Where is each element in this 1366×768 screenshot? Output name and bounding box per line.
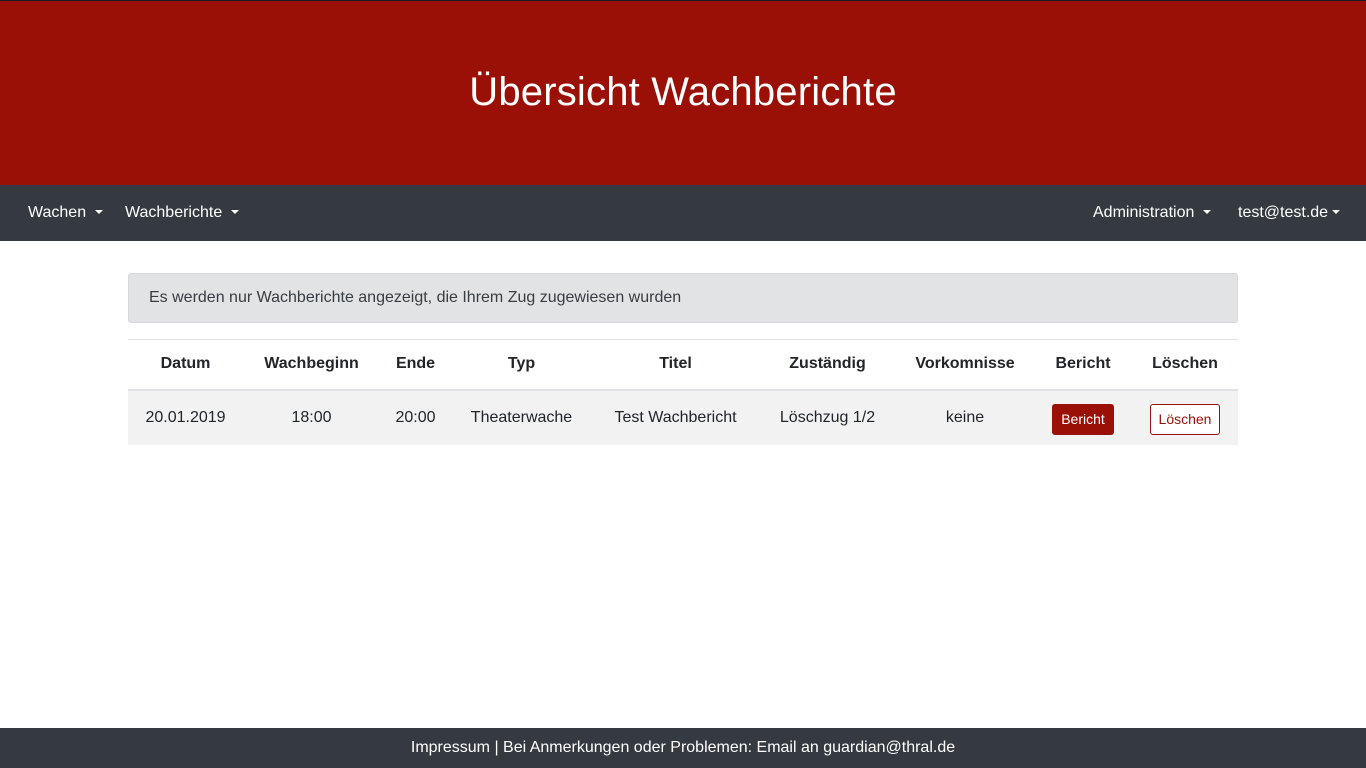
column-header-zustaendig: Zuständig xyxy=(789,355,866,373)
caret-down-icon xyxy=(1203,210,1212,214)
cell-loeschen: Löschen xyxy=(1132,390,1238,445)
reports-table: Datum Wachbeginn Ende Typ Titel Zuständi… xyxy=(128,339,1238,445)
column-header-vorkomnisse: Vorkomnisse xyxy=(915,355,1015,373)
report-button[interactable]: Bericht xyxy=(1052,404,1114,435)
page-title: Übersicht Wachberichte xyxy=(469,69,897,114)
cell-vorkomnisse: keine xyxy=(945,408,985,426)
main-content: Es werden nur Wachberichte angezeigt, di… xyxy=(128,273,1238,445)
navbar: Wachen Wachberichte Administration test@… xyxy=(0,185,1366,241)
column-header-titel: Titel xyxy=(659,355,692,373)
table-header-row: Datum Wachbeginn Ende Typ Titel Zuständi… xyxy=(128,339,1238,390)
delete-button[interactable]: Löschen xyxy=(1149,404,1221,435)
cell-typ: Theaterwache xyxy=(470,408,573,426)
nav-dropdown-administration[interactable]: Administration xyxy=(1093,185,1212,241)
cell-wachbeginn: 18:00 xyxy=(291,408,332,426)
column-header-bericht: Bericht xyxy=(1055,355,1111,373)
cell-ende: 20:00 xyxy=(395,408,436,426)
info-alert-text: Es werden nur Wachberichte angezeigt, di… xyxy=(149,289,682,306)
page-footer: Impressum | Bei Anmerkungen oder Problem… xyxy=(0,728,1366,768)
caret-down-icon xyxy=(95,210,104,214)
column-header-loeschen: Löschen xyxy=(1152,355,1218,373)
table-row: 20.01.2019 18:00 20:00 Theaterwache Test… xyxy=(128,389,1238,445)
page-header: Übersicht Wachberichte xyxy=(0,1,1366,185)
footer-text: Impressum | Bei Anmerkungen oder Problem… xyxy=(410,739,956,756)
column-header-wachbeginn: Wachbeginn xyxy=(264,355,359,373)
cell-datum: 20.01.2019 xyxy=(145,408,226,426)
caret-down-icon xyxy=(1332,210,1341,214)
nav-dropdown-wachen[interactable]: Wachen xyxy=(28,185,104,241)
column-header-ende: Ende xyxy=(395,355,436,373)
nav-label-wachen: Wachen xyxy=(28,204,87,221)
cell-bericht: Bericht xyxy=(1034,390,1132,445)
nav-label-wachberichte: Wachberichte xyxy=(125,204,223,221)
nav-dropdown-wachberichte[interactable]: Wachberichte xyxy=(125,185,240,241)
nav-label-administration: Administration xyxy=(1093,204,1195,221)
column-header-datum: Datum xyxy=(160,355,211,373)
cell-titel: Test Wachbericht xyxy=(614,408,737,426)
column-header-typ: Typ xyxy=(507,355,536,373)
nav-label-user: test@test.de xyxy=(1238,204,1329,221)
caret-down-icon xyxy=(231,210,240,214)
nav-dropdown-user[interactable]: test@test.de xyxy=(1238,185,1341,241)
cell-zustaendig: Löschzug 1/2 xyxy=(779,408,876,426)
info-alert: Es werden nur Wachberichte angezeigt, di… xyxy=(128,273,1238,323)
